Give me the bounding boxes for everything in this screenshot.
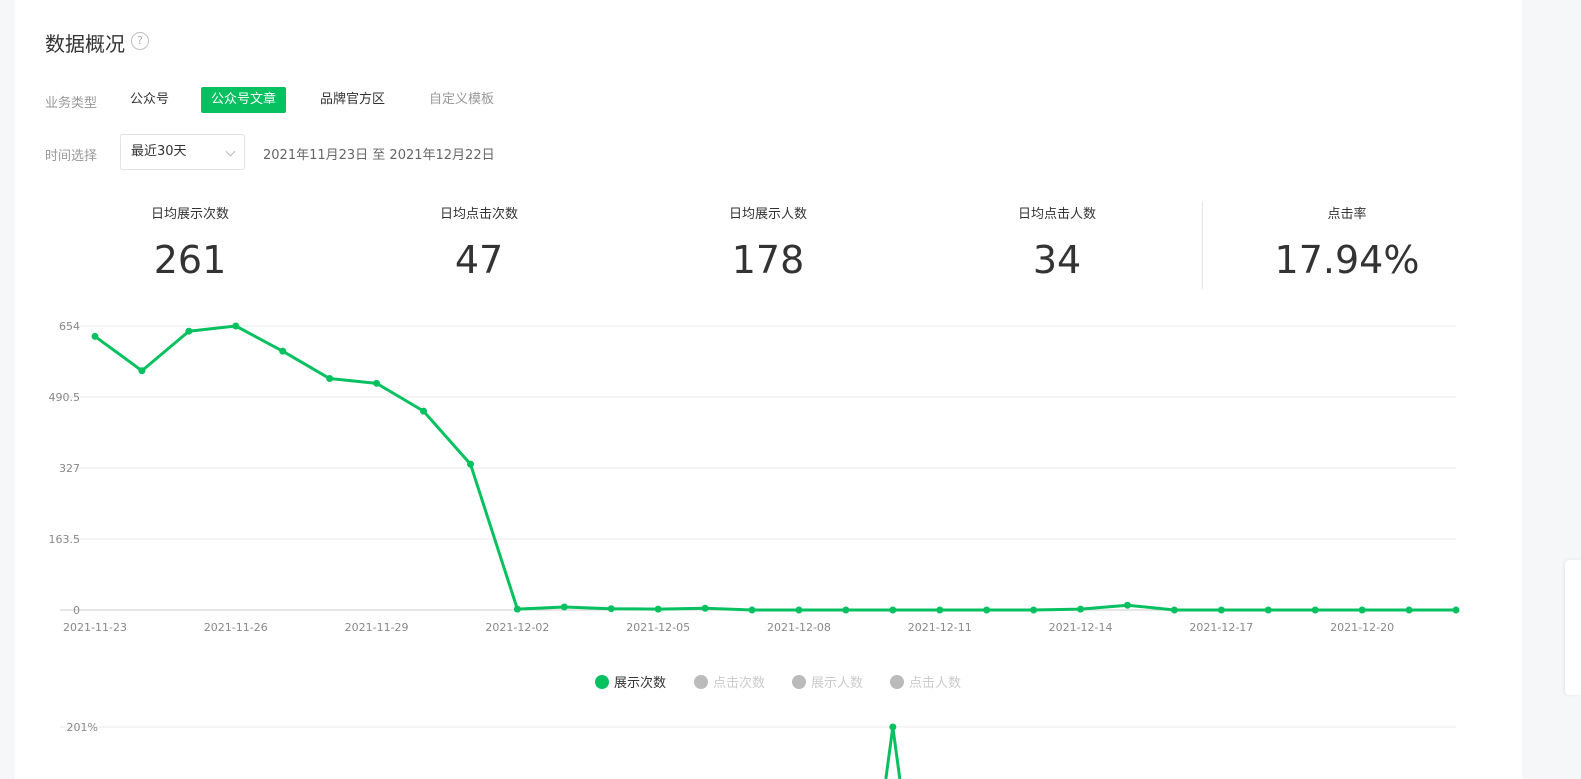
legend-dot [595, 675, 609, 689]
y-tick-label: 201% [67, 721, 98, 734]
x-tick-label: 2021-12-11 [908, 621, 972, 634]
legend-item-click-users[interactable]: 点击人数 [890, 672, 961, 691]
data-point [1452, 606, 1460, 614]
data-point [138, 367, 146, 375]
data-point [420, 407, 428, 415]
data-point [795, 606, 803, 614]
data-point [1217, 606, 1225, 614]
x-tick-label: 2021-11-29 [345, 621, 409, 634]
y-tick-label: 327 [59, 462, 80, 475]
data-point [1030, 606, 1038, 614]
data-point [185, 327, 193, 335]
data-point [889, 723, 897, 731]
legend-item-impressions[interactable]: 展示次数 [595, 672, 666, 691]
data-point [936, 606, 944, 614]
data-point [513, 605, 521, 613]
y-tick-label: 490.5 [49, 391, 81, 404]
data-point [1358, 606, 1366, 614]
series-line-click-rate [884, 725, 902, 779]
x-tick-label: 2021-11-26 [204, 621, 268, 634]
data-point [889, 606, 897, 614]
data-point [748, 606, 756, 614]
x-tick-label: 2021-12-08 [767, 621, 831, 634]
legend-label: 点击人数 [909, 676, 962, 691]
data-point [607, 605, 615, 613]
data-point [654, 605, 662, 613]
data-point [1405, 606, 1413, 614]
y-tick-label: 163.5 [49, 533, 81, 546]
x-tick-label: 2021-12-14 [1049, 621, 1113, 634]
data-point [560, 603, 568, 611]
data-point [983, 606, 991, 614]
legend-label: 展示次数 [614, 676, 667, 691]
x-tick-label: 2021-11-23 [63, 621, 127, 634]
legend-dot [694, 675, 708, 689]
data-point [1123, 601, 1131, 609]
data-point [1264, 606, 1272, 614]
x-tick-label: 2021-12-20 [1330, 621, 1394, 634]
y-tick-label: 0 [73, 604, 80, 617]
legend-label: 展示人数 [811, 676, 864, 691]
data-point [1077, 605, 1085, 613]
legend-item-clicks[interactable]: 点击次数 [694, 672, 765, 691]
trend-charts: 0 163.5 327 490.5 654 2021-11-23 2021-11-26 202… [49, 320, 1460, 779]
x-tick-label: 2021-12-02 [485, 621, 549, 634]
legend-dot [792, 675, 806, 689]
legend-item-impression-users[interactable]: 展示人数 [792, 672, 863, 691]
y-tick-label: 654 [59, 320, 80, 333]
data-point [1311, 606, 1319, 614]
data-point [373, 379, 381, 387]
x-tick-label: 2021-12-05 [626, 621, 690, 634]
x-tick-label: 2021-12-17 [1189, 621, 1253, 634]
legend-dot [890, 675, 904, 689]
legend-label: 点击次数 [713, 676, 766, 691]
data-point [1170, 606, 1178, 614]
data-point [466, 460, 474, 468]
data-point [701, 604, 709, 612]
data-point [91, 332, 99, 340]
data-point [232, 322, 240, 330]
data-point [842, 606, 850, 614]
data-point [279, 347, 287, 355]
data-point [326, 375, 334, 383]
